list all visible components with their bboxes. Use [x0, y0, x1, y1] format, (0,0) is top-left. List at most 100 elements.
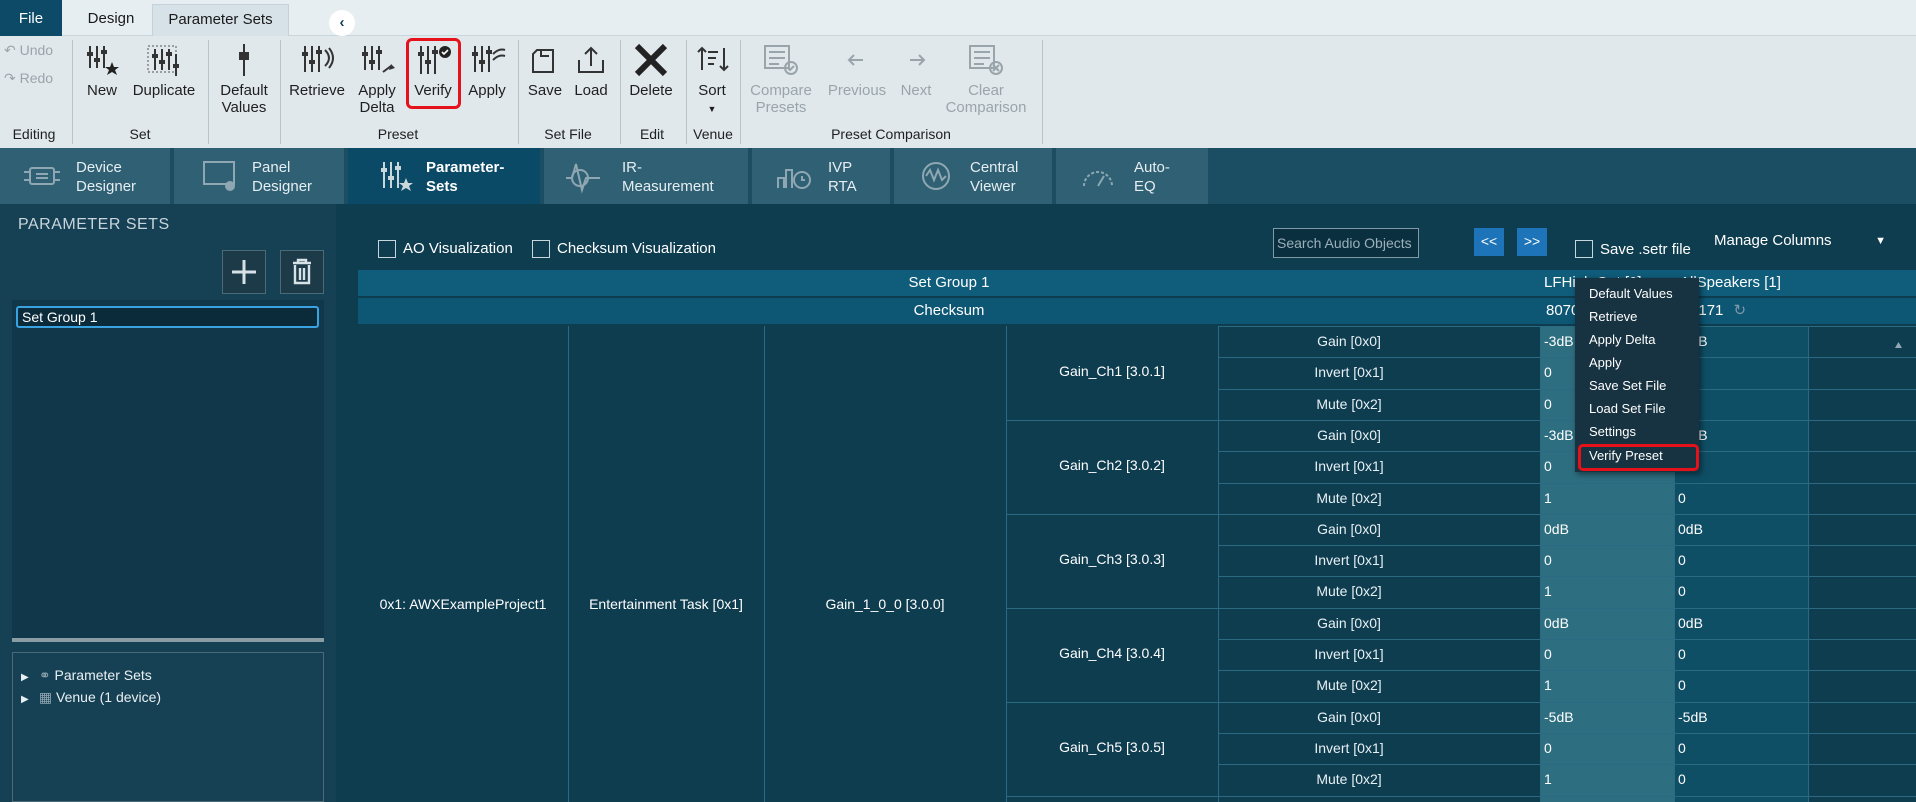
param-value-col2[interactable]: 0: [1674, 766, 1808, 792]
menu-item-settings[interactable]: Settings: [1589, 422, 1636, 441]
apply-icon: [472, 46, 506, 72]
param-name-cell: Invert [0x1]: [1314, 364, 1384, 381]
verify-highlight-box: [406, 38, 461, 109]
add-set-button[interactable]: [222, 250, 266, 294]
retrieve-button[interactable]: Retrieve: [288, 40, 346, 99]
apply-button[interactable]: Apply: [464, 40, 510, 99]
grid-line: [1808, 326, 1809, 802]
param-value-col2[interactable]: 0dB: [1674, 610, 1808, 636]
grid-line: [1006, 795, 1916, 797]
sort-label: Sort: [698, 82, 726, 99]
column-header-allspeakers[interactable]: AllSpeakers [1]: [1676, 270, 1916, 296]
grid-line: [1218, 357, 1916, 359]
apply-delta-button[interactable]: Apply Delta: [354, 40, 400, 116]
set-group-name-input[interactable]: Set Group 1: [16, 306, 319, 328]
expand-arrow-icon[interactable]: ▶: [21, 690, 35, 710]
compare-presets-button[interactable]: Compare Presets: [748, 40, 814, 116]
manage-columns-dropdown[interactable]: Manage Columns ▼: [1708, 228, 1894, 256]
param-value-col2[interactable]: -5dB: [1674, 704, 1808, 730]
param-value-col2[interactable]: 0: [1674, 672, 1808, 698]
collapse-panel-button[interactable]: ‹: [329, 10, 355, 36]
param-name-cell: Mute [0x2]: [1316, 395, 1382, 412]
channel-name-cell: Gain_Ch1 [3.0.1]: [1059, 363, 1165, 380]
tab-panel-designer[interactable]: Panel Designer: [174, 148, 346, 204]
clear-comparison-button[interactable]: Clear Comparison: [944, 40, 1028, 116]
tab-panel-designer-label-1: Panel: [252, 159, 291, 176]
menu-tab-file[interactable]: File: [0, 0, 62, 36]
tab-device-designer[interactable]: Device Designer: [0, 148, 172, 204]
search-input[interactable]: Search Audio Objects: [1273, 228, 1419, 258]
param-value-col1[interactable]: 0: [1540, 735, 1674, 761]
param-value-col2[interactable]: 0: [1674, 547, 1808, 573]
scrollbar-thumb-icon: [1895, 342, 1902, 348]
link-icon: ⚭: [38, 667, 55, 683]
scroll-right-button[interactable]: >>: [1517, 228, 1547, 256]
param-value-col2[interactable]: 0: [1674, 641, 1808, 667]
group-label-venue: Venue: [693, 126, 733, 142]
tab-ivp-rta[interactable]: IVP RTA: [752, 148, 892, 204]
param-value-col1[interactable]: 0dB: [1540, 610, 1674, 636]
param-value-col2[interactable]: 0dB: [1674, 516, 1808, 542]
previous-button[interactable]: Previous: [826, 40, 888, 99]
tab-central-viewer[interactable]: Central Viewer: [894, 148, 1054, 204]
checksum-visualization-checkbox[interactable]: [532, 240, 550, 258]
menu-item-save-set-file[interactable]: Save Set File: [1589, 376, 1666, 395]
grid-line: [1218, 326, 1916, 327]
undo-button[interactable]: ↶ Undo: [4, 42, 53, 59]
param-value-col1[interactable]: 0dB: [1540, 516, 1674, 542]
clear-comparison-label-1: Clear: [968, 82, 1004, 99]
menu-item-retrieve[interactable]: Retrieve: [1589, 307, 1637, 326]
new-set-button[interactable]: New: [80, 40, 124, 99]
menu-item-default-values[interactable]: Default Values: [1589, 284, 1673, 303]
retrieve-icon: [302, 46, 334, 72]
param-name-cell: Invert [0x1]: [1314, 458, 1384, 475]
vertical-scrollbar[interactable]: [1895, 342, 1902, 802]
param-value-col1[interactable]: 0: [1540, 641, 1674, 667]
ribbon-separator: [280, 40, 281, 144]
menu-item-apply-delta[interactable]: Apply Delta: [1589, 330, 1655, 349]
tree-item-venue[interactable]: ▶ ▦ Venue (1 device): [21, 687, 161, 707]
load-button[interactable]: Load: [570, 40, 612, 99]
sort-dropdown-icon: ▼: [707, 104, 717, 114]
param-value-col1[interactable]: 1: [1540, 485, 1674, 511]
trash-icon: [293, 258, 311, 285]
object-cell: Gain_1_0_0 [3.0.0]: [825, 596, 945, 612]
expand-arrow-icon[interactable]: ▶: [21, 668, 35, 688]
ao-visualization-checkbox[interactable]: [378, 240, 396, 258]
save-setr-checkbox[interactable]: [1575, 240, 1593, 258]
delete-set-button[interactable]: [280, 250, 324, 294]
menu-item-load-set-file[interactable]: Load Set File: [1589, 399, 1666, 418]
tab-auto-eq[interactable]: Auto- EQ: [1056, 148, 1210, 204]
param-value-col1[interactable]: 0: [1540, 547, 1674, 573]
menu-tab-design[interactable]: Design: [78, 4, 144, 36]
param-value-col1[interactable]: 1: [1540, 766, 1674, 792]
grid-line: [1218, 607, 1916, 609]
param-value-col2[interactable]: 0: [1674, 578, 1808, 604]
tab-parameter-sets[interactable]: Parameter- Sets: [348, 148, 542, 204]
param-name-cell: Invert [0x1]: [1314, 552, 1384, 569]
load-label: Load: [574, 82, 608, 99]
tab-device-designer-label-1: Device: [76, 159, 122, 176]
tab-ivp-rta-label-2: RTA: [828, 178, 857, 195]
param-value-col1[interactable]: -5dB: [1540, 704, 1674, 730]
scroll-left-button[interactable]: <<: [1474, 228, 1504, 256]
tab-ir-measurement[interactable]: IR- Measurement: [544, 148, 750, 204]
save-button[interactable]: Save: [524, 40, 566, 99]
panel-splitter[interactable]: [12, 638, 324, 642]
param-value-col1[interactable]: 1: [1540, 578, 1674, 604]
sort-button[interactable]: Sort ▼: [690, 40, 734, 118]
delete-button[interactable]: Delete: [626, 40, 676, 99]
duplicate-button[interactable]: Duplicate: [132, 40, 196, 99]
save-label: Save: [527, 82, 563, 99]
tree-item-parameter-sets[interactable]: ▶ ⚭ Parameter Sets: [21, 665, 152, 685]
ribbon-separator: [1042, 40, 1043, 144]
default-values-button[interactable]: Default Values: [216, 40, 272, 116]
menu-item-apply[interactable]: Apply: [1589, 353, 1622, 372]
next-button[interactable]: Next: [894, 40, 938, 99]
param-value-col2[interactable]: 0: [1674, 735, 1808, 761]
param-value-col1[interactable]: 1: [1540, 672, 1674, 698]
redo-button[interactable]: ↷ Redo: [4, 70, 53, 87]
refresh-icon[interactable]: ↻: [1734, 302, 1747, 319]
param-value-col2[interactable]: 0: [1674, 485, 1808, 511]
menu-tab-parameter-sets[interactable]: Parameter Sets: [152, 4, 289, 36]
